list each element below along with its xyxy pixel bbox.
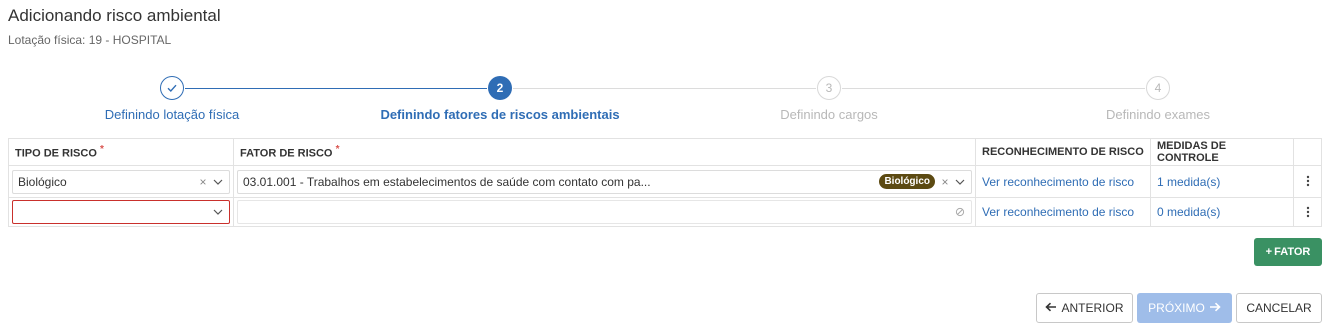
col-actions xyxy=(1293,138,1322,166)
disabled-icon xyxy=(955,206,965,220)
step-4-label: Definindo exames xyxy=(1105,107,1211,122)
chevron-down-icon[interactable] xyxy=(210,204,226,220)
check-icon xyxy=(167,84,177,93)
fator-de-risco-select[interactable] xyxy=(237,200,972,224)
stepper-line-2 xyxy=(513,88,816,89)
clear-icon[interactable]: × xyxy=(938,175,952,189)
step-3-circle: 3 xyxy=(817,76,841,100)
fator-type-badge: Biológico xyxy=(879,174,935,189)
tipo-de-risco-value: Biológico xyxy=(18,174,67,189)
step-1-label[interactable]: Definindo lotação física xyxy=(105,107,239,122)
step-1-circle[interactable] xyxy=(160,76,184,100)
tipo-de-risco-select[interactable] xyxy=(12,200,230,224)
proximo-button[interactable]: PRÓXIMO xyxy=(1137,293,1232,323)
page-title: Adicionando risco ambiental xyxy=(8,6,221,25)
page-subtitle: Lotação física: 19 - HOSPITAL xyxy=(8,33,172,47)
col-tipo-de-risco: TIPO DE RISCO * xyxy=(8,138,234,166)
step-4-circle: 4 xyxy=(1146,76,1170,100)
required-mark: * xyxy=(335,144,340,156)
step-3-label: Definindo cargos xyxy=(780,107,878,122)
ver-reconhecimento-link[interactable]: Ver reconhecimento de risco xyxy=(979,205,1134,219)
fator-de-risco-value: 03.01.001 - Trabalhos em estabelecimento… xyxy=(243,174,651,189)
table-header-row: TIPO DE RISCO * FATOR DE RISCO * RECONHE… xyxy=(8,138,1322,166)
step-2-circle[interactable]: 2 xyxy=(488,76,512,100)
table-row: Biológico × 03.01.001 - Trabalhos em est… xyxy=(8,165,1322,198)
col-fator-de-risco: FATOR DE RISCO * xyxy=(233,138,976,166)
clear-icon[interactable]: × xyxy=(196,175,210,189)
kebab-icon[interactable] xyxy=(1293,165,1322,198)
arrow-right-icon xyxy=(1209,301,1221,315)
plus-icon: + xyxy=(1265,246,1273,258)
stepper: 2 3 4 Definindo lotação física Definindo… xyxy=(0,74,1333,134)
ver-reconhecimento-link[interactable]: Ver reconhecimento de risco xyxy=(979,175,1134,189)
kebab-icon[interactable] xyxy=(1293,197,1322,227)
chevron-down-icon[interactable] xyxy=(952,174,968,190)
risk-table: TIPO DE RISCO * FATOR DE RISCO * RECONHE… xyxy=(8,138,1322,227)
col-medidas: MEDIDAS DE CONTROLE xyxy=(1150,138,1294,166)
tipo-de-risco-select[interactable]: Biológico × xyxy=(12,169,230,194)
stepper-line-1 xyxy=(185,88,487,89)
cancelar-button[interactable]: CANCELAR xyxy=(1236,293,1322,323)
chevron-down-icon[interactable] xyxy=(210,174,226,190)
arrow-left-icon xyxy=(1045,301,1057,315)
col-reconhecimento: RECONHECIMENTO DE RISCO xyxy=(975,138,1151,166)
medidas-link[interactable]: 0 medida(s) xyxy=(1154,205,1220,219)
add-fator-button[interactable]: + FATOR xyxy=(1254,238,1322,266)
anterior-button[interactable]: ANTERIOR xyxy=(1036,293,1133,323)
medidas-link[interactable]: 1 medida(s) xyxy=(1154,175,1220,189)
step-2-label[interactable]: Definindo fatores de riscos ambientais xyxy=(380,107,619,122)
table-row: Ver reconhecimento de risco 0 medida(s) xyxy=(8,197,1322,227)
fator-de-risco-select[interactable]: 03.01.001 - Trabalhos em estabelecimento… xyxy=(237,169,972,194)
required-mark: * xyxy=(99,144,104,156)
stepper-line-3 xyxy=(842,88,1145,89)
